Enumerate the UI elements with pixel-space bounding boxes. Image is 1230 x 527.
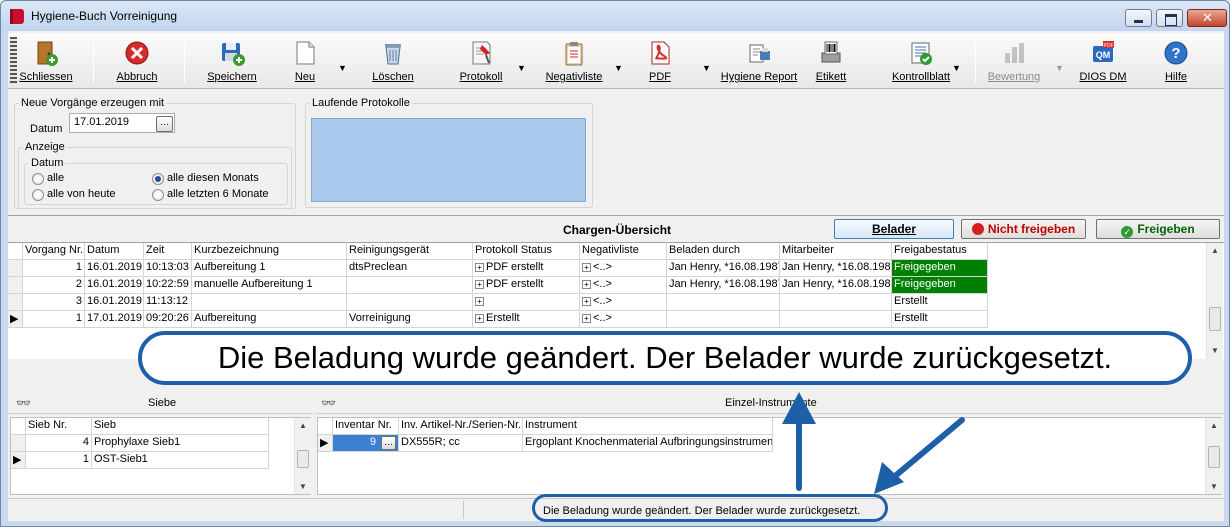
arrow-diag-head	[874, 462, 904, 494]
annotation-arrows	[782, 392, 965, 494]
arrow-diag-shaft	[885, 417, 965, 485]
arrow-up-head	[782, 392, 816, 424]
